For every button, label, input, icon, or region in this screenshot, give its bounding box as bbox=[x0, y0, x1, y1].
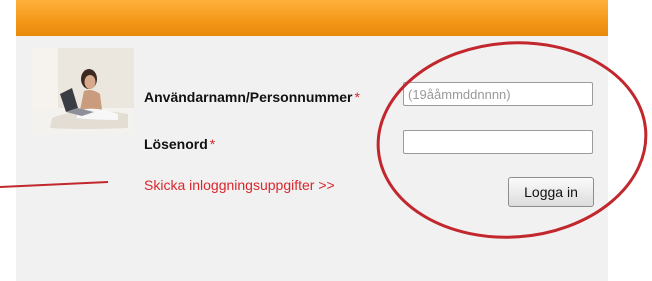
username-input[interactable] bbox=[403, 82, 593, 106]
required-marker: * bbox=[354, 89, 360, 105]
required-marker: * bbox=[209, 136, 216, 152]
password-label-text: Lösenord bbox=[144, 136, 208, 152]
header-bar bbox=[16, 0, 608, 36]
password-label: Lösenord * bbox=[144, 136, 215, 152]
woman-laptop-photo bbox=[32, 48, 134, 134]
login-button[interactable]: Logga in bbox=[508, 177, 594, 207]
password-input[interactable] bbox=[403, 130, 593, 154]
username-label-text: Användarnamn/Personnummer bbox=[144, 89, 353, 105]
username-label: Användarnamn/Personnummer * bbox=[144, 89, 360, 105]
send-credentials-link[interactable]: Skicka inloggningsuppgifter >> bbox=[144, 177, 335, 193]
